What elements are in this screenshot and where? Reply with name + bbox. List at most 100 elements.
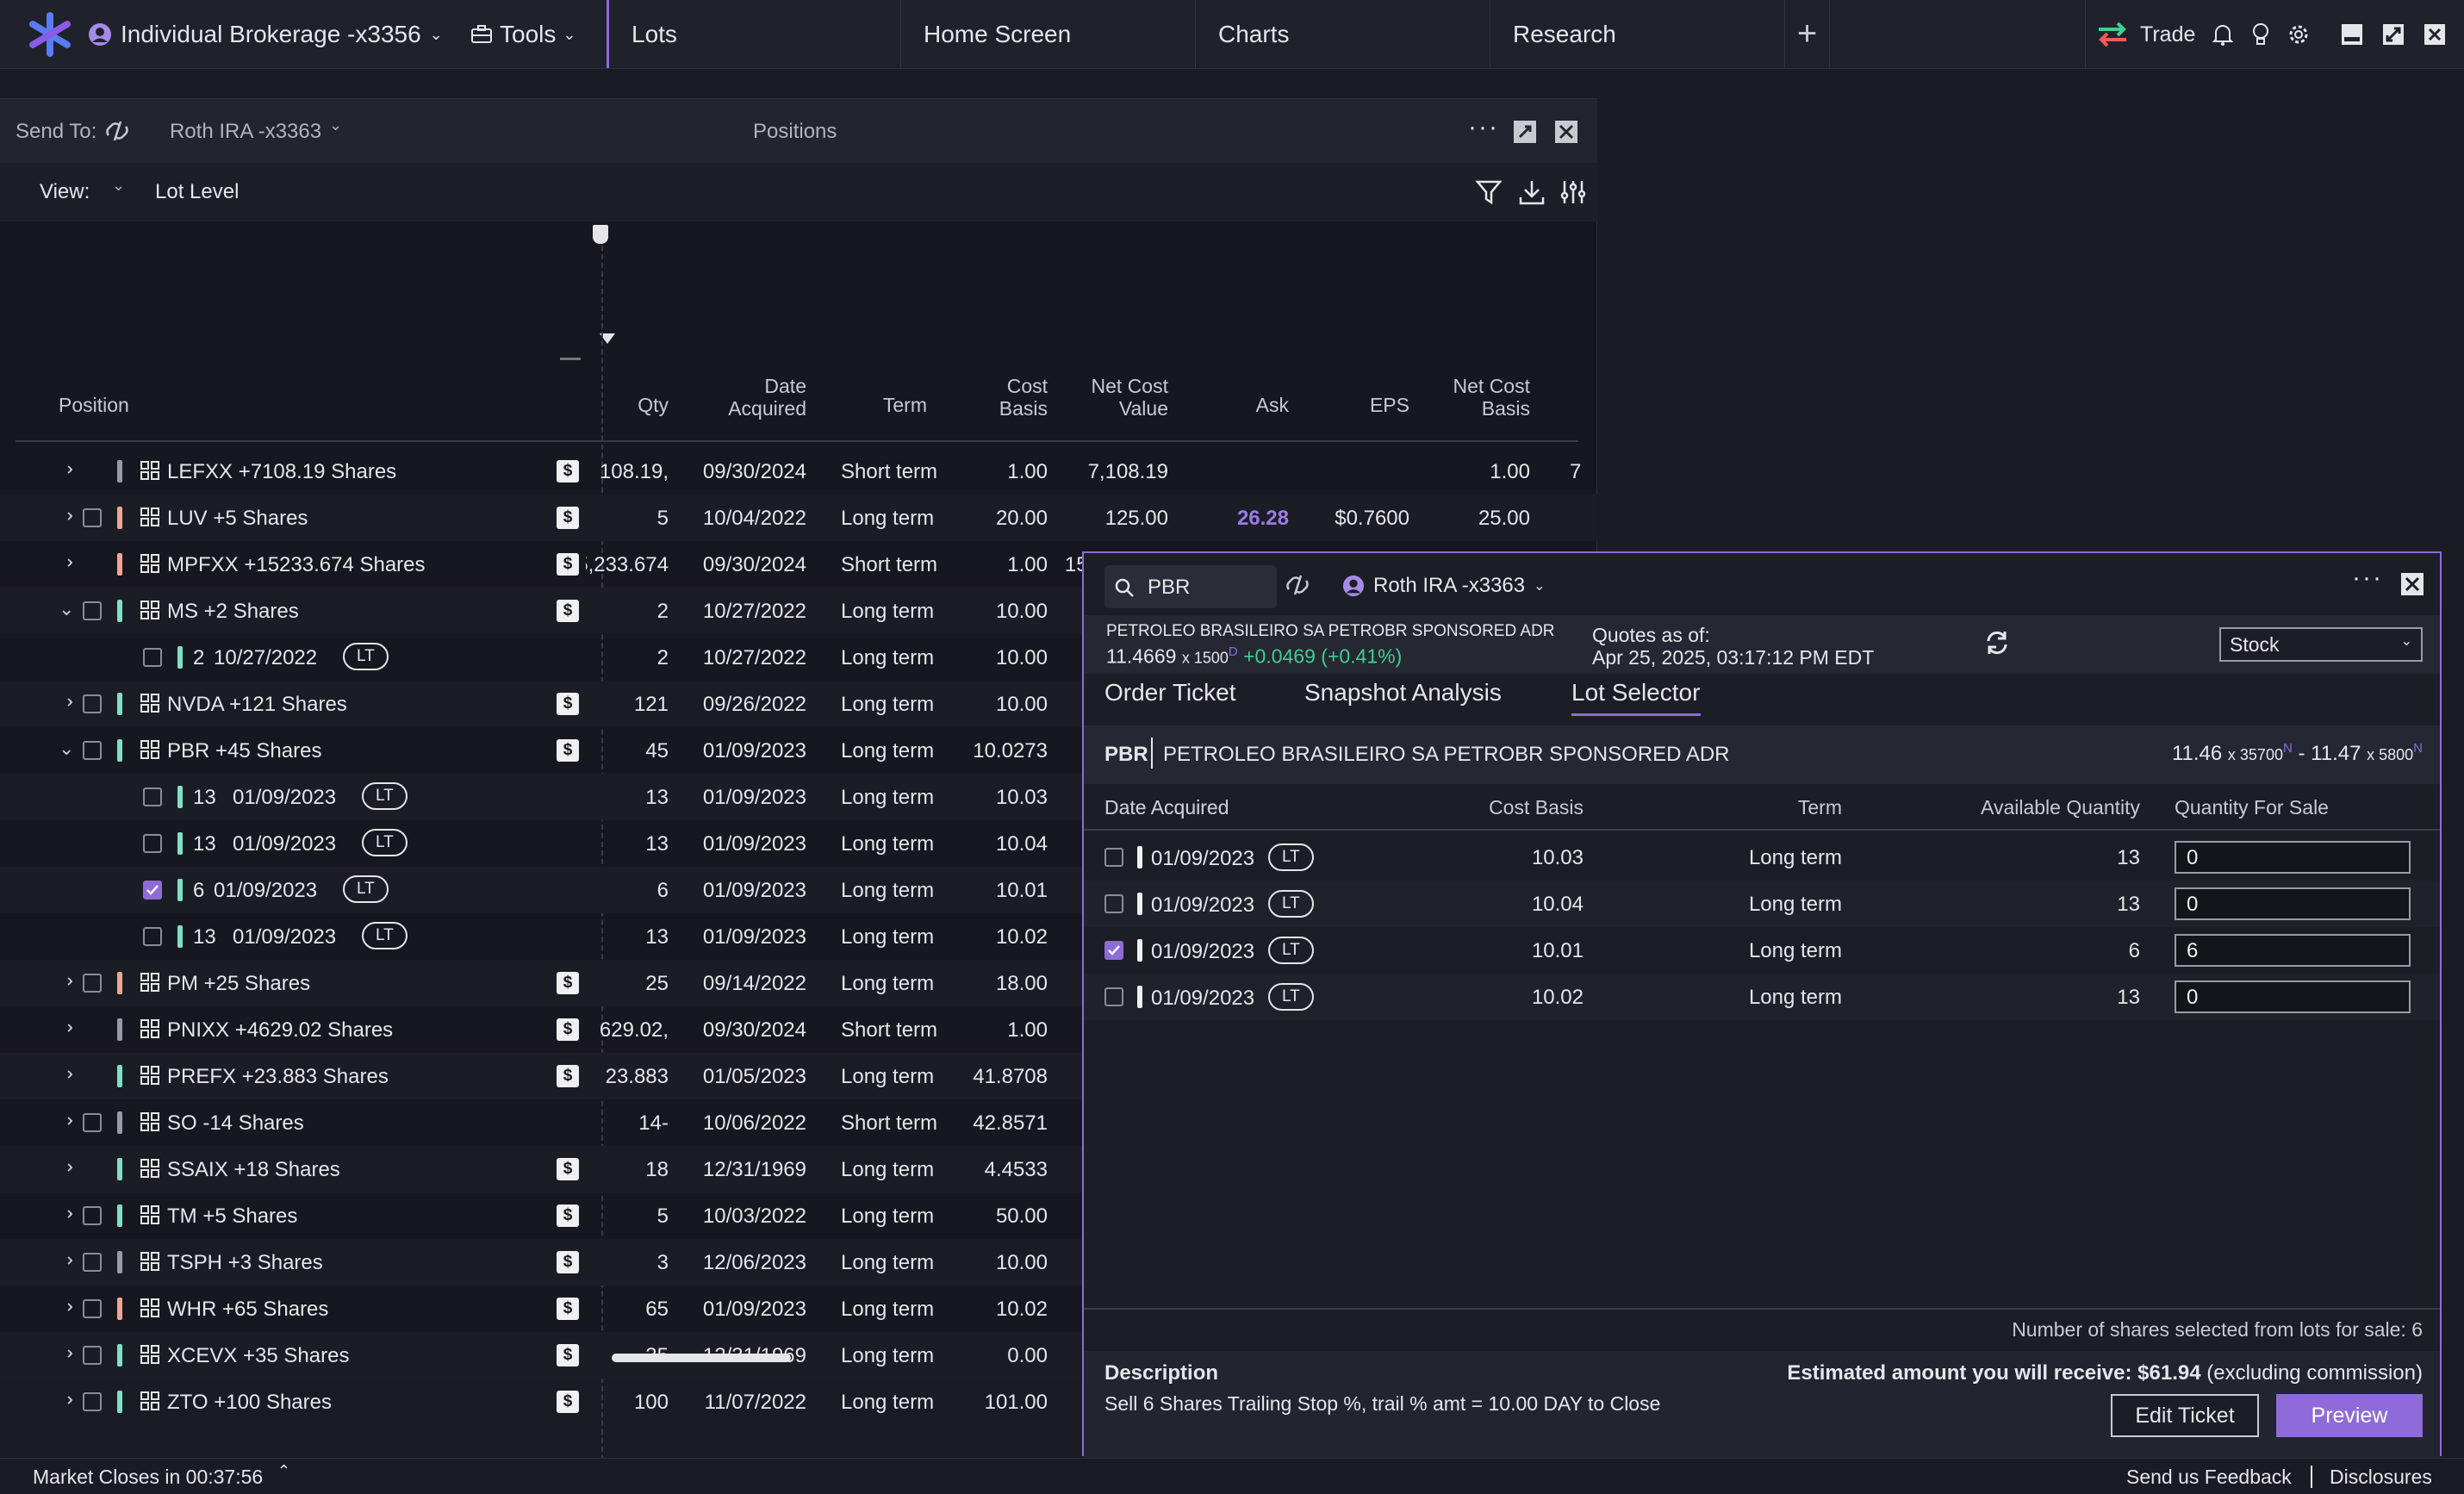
position-name[interactable]: MPFXX +15233.674 Shares — [167, 553, 426, 577]
position-name[interactable]: TSPH +3 Shares — [167, 1251, 323, 1275]
chevron-right-icon[interactable]: ⌄ — [55, 1346, 78, 1361]
link-icon[interactable] — [103, 118, 131, 144]
feedback-link[interactable]: Send us Feedback — [2126, 1466, 2292, 1489]
position-checkbox[interactable] — [83, 508, 102, 527]
column-date-acquired[interactable]: Date Acquired — [689, 375, 806, 420]
chevron-up-icon[interactable]: ⌃ — [277, 1462, 290, 1480]
refresh-icon[interactable] — [1983, 629, 2011, 657]
tools-menu[interactable]: Tools ⌄ — [470, 17, 576, 52]
table-row[interactable]: ⌄ LUV +5 Shares $5 10/04/2022 Long term 20.00… — [0, 495, 1597, 541]
lot-checkbox[interactable] — [1104, 848, 1123, 867]
quantity-for-sale-input[interactable]: 6 — [2175, 934, 2411, 967]
position-name[interactable]: SO -14 Shares — [167, 1111, 304, 1136]
chevron-right-icon[interactable]: ⌄ — [55, 1020, 78, 1036]
table-row[interactable]: ⌄ LEFXX +7108.19 Shares $ ,108.19 09/30/2024… — [0, 448, 1597, 495]
tab-lots[interactable]: Lots — [607, 0, 901, 68]
chevron-right-icon[interactable]: ⌄ — [55, 974, 78, 989]
position-name[interactable]: MS +2 Shares — [167, 600, 299, 624]
disclosures-link[interactable]: Disclosures — [2330, 1466, 2432, 1489]
position-name[interactable]: PNIXX +4629.02 Shares — [167, 1018, 393, 1043]
chevron-down-icon[interactable]: ⌄ — [59, 598, 74, 620]
column-quantity-for-sale[interactable]: Quantity For Sale — [2175, 796, 2329, 819]
bell-icon[interactable] — [2207, 19, 2238, 50]
position-name[interactable]: PREFX +23.883 Shares — [167, 1065, 389, 1089]
minimize-icon[interactable] — [2336, 19, 2368, 50]
position-checkbox[interactable] — [83, 601, 102, 620]
position-name[interactable]: ZTO +100 Shares — [167, 1391, 332, 1415]
quantity-for-sale-input[interactable]: 0 — [2175, 980, 2411, 1013]
tab-charts[interactable]: Charts — [1196, 0, 1490, 68]
position-checkbox[interactable] — [83, 1299, 102, 1318]
position-name[interactable]: TM +5 Shares — [167, 1205, 297, 1229]
download-icon[interactable] — [1518, 178, 1546, 206]
lightbulb-icon[interactable] — [2245, 19, 2276, 50]
chevron-right-icon[interactable]: ⌄ — [55, 1113, 78, 1129]
position-name[interactable]: NVDA +121 Shares — [167, 693, 347, 717]
maximize-icon[interactable] — [2378, 19, 2409, 50]
column-term[interactable]: Term — [1687, 796, 1842, 819]
close-icon[interactable] — [1554, 120, 1578, 144]
tab-lot-selector[interactable]: Lot Selector — [1571, 679, 1700, 707]
close-icon[interactable] — [2400, 572, 2424, 596]
lot-checkbox[interactable] — [143, 787, 162, 806]
column-net-cost-basis[interactable]: Net Cost Basis — [1422, 375, 1530, 420]
chevron-down-icon[interactable]: ⌄ — [329, 116, 342, 134]
market-close-timer[interactable]: Market Closes in 00:37:56 — [33, 1466, 263, 1489]
tab-home-screen[interactable]: Home Screen — [901, 0, 1196, 68]
chevron-down-icon[interactable]: ⌄ — [112, 177, 125, 195]
chevron-right-icon[interactable]: ⌄ — [55, 694, 78, 710]
position-checkbox[interactable] — [83, 1206, 102, 1225]
chevron-right-icon[interactable]: ⌄ — [55, 1299, 78, 1315]
preview-button[interactable]: Preview — [2276, 1394, 2423, 1437]
column-qty[interactable]: Qty — [603, 394, 669, 416]
security-type-select[interactable]: Stock ⌄ — [2219, 627, 2423, 662]
position-checkbox[interactable] — [83, 1253, 102, 1272]
column-ask[interactable]: Ask — [1189, 394, 1289, 416]
position-name[interactable]: SSAIX +18 Shares — [167, 1158, 340, 1182]
search-box[interactable]: PBR — [1104, 565, 1277, 608]
position-name[interactable]: WHR +65 Shares — [167, 1298, 328, 1322]
close-icon[interactable] — [2419, 19, 2450, 50]
lot-checkbox[interactable] — [143, 927, 162, 946]
search-input[interactable]: PBR — [1148, 576, 1190, 600]
edit-ticket-button[interactable]: Edit Ticket — [2111, 1394, 2259, 1437]
lot-checkbox[interactable] — [143, 881, 162, 900]
quantity-for-sale-input[interactable]: 0 — [2175, 841, 2411, 874]
column-date-acquired[interactable]: Date Acquired — [1104, 796, 1229, 819]
lot-checkbox[interactable] — [143, 648, 162, 667]
position-checkbox[interactable] — [83, 694, 102, 713]
chevron-down-icon[interactable]: ⌄ — [59, 738, 74, 760]
position-checkbox[interactable] — [83, 1392, 102, 1411]
chevron-right-icon[interactable]: ⌄ — [55, 555, 78, 570]
more-icon[interactable]: ··· — [2352, 563, 2383, 593]
position-checkbox[interactable] — [83, 1113, 102, 1132]
lot-checkbox[interactable] — [1104, 894, 1123, 913]
lot-table-row[interactable]: 01/09/2023 LT 10.01 Long term 6 6 — [1084, 927, 2440, 974]
trade-button[interactable]: Trade — [2095, 17, 2195, 52]
chevron-right-icon[interactable]: ⌄ — [55, 462, 78, 477]
column-cost-basis[interactable]: Cost Basis — [948, 375, 1048, 420]
add-tab-button[interactable]: + — [1785, 0, 1830, 68]
position-name[interactable]: XCEVX +35 Shares — [167, 1344, 349, 1368]
tab-research[interactable]: Research — [1490, 0, 1785, 68]
chevron-right-icon[interactable]: ⌄ — [55, 1160, 78, 1175]
tab-snapshot-analysis[interactable]: Snapshot Analysis — [1304, 679, 1502, 707]
position-name[interactable]: PBR +45 Shares — [167, 739, 321, 763]
column-cost-basis[interactable]: Cost Basis — [1428, 796, 1584, 819]
link-icon[interactable] — [1284, 572, 1311, 598]
gear-icon[interactable] — [2283, 19, 2314, 50]
chevron-right-icon[interactable]: ⌄ — [55, 1206, 78, 1222]
lot-checkbox[interactable] — [143, 834, 162, 853]
position-name[interactable]: LUV +5 Shares — [167, 507, 308, 531]
column-position[interactable]: Position — [59, 394, 129, 417]
column-eps[interactable]: EPS — [1310, 394, 1409, 416]
column-term[interactable]: Term — [827, 394, 927, 416]
position-checkbox[interactable] — [83, 741, 102, 760]
horizontal-scrollbar[interactable] — [612, 1354, 791, 1362]
more-icon[interactable]: ··· — [1468, 113, 1499, 142]
view-selector[interactable]: Lot Level — [155, 180, 239, 204]
position-checkbox[interactable] — [83, 1346, 102, 1365]
lot-checkbox[interactable] — [1104, 987, 1123, 1006]
chevron-right-icon[interactable]: ⌄ — [55, 1392, 78, 1408]
column-net-cost-value[interactable]: Net Cost Value — [1060, 375, 1168, 420]
